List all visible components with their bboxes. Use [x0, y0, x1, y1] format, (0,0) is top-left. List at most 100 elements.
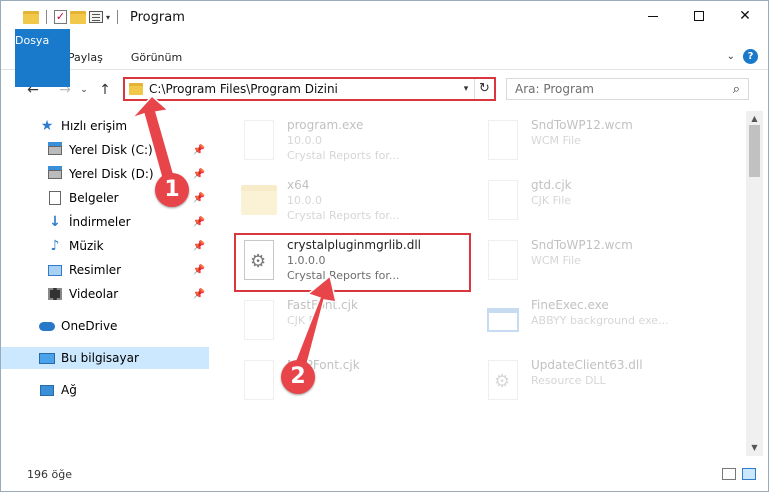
- pin-icon: 📌: [192, 144, 205, 156]
- file-item[interactable]: FineExec.exe ABBYY background exe...: [481, 295, 721, 353]
- expand-ribbon-icon[interactable]: ⌄: [727, 51, 735, 62]
- file-description: Crystal Reports for...: [287, 149, 400, 162]
- file-item[interactable]: SndToWP12.wcm WCM File: [481, 115, 721, 173]
- file-item[interactable]: SndToWP12.wcm WCM File: [481, 235, 721, 293]
- file-item[interactable]: FastFont.cjk CJK F: [237, 295, 477, 353]
- sidebar-item-videos[interactable]: Videolar 📌: [1, 283, 209, 305]
- step-2-badge: 2: [281, 360, 315, 394]
- file-type: WCM File: [531, 254, 581, 267]
- help-icon[interactable]: ?: [743, 49, 758, 64]
- navigation-pane: ★ Hızlı erişim Yerel Disk (C:) 📌 Yerel D…: [1, 111, 209, 456]
- file-name: UpdateClient63.dll: [531, 358, 643, 372]
- up-button[interactable]: ↑: [95, 78, 115, 102]
- properties-icon[interactable]: [89, 11, 103, 23]
- search-box[interactable]: Ara: Program ⌕: [506, 78, 749, 100]
- ribbon-tabs: Dosya Giriş Paylaş Görünüm ⌄ ?: [1, 28, 768, 87]
- pin-icon: 📌: [192, 288, 205, 300]
- refresh-button[interactable]: ↻: [474, 79, 494, 99]
- file-type: Resource DLL: [531, 374, 606, 387]
- minimize-icon: [648, 15, 658, 17]
- folder-icon: [129, 83, 143, 95]
- sidebar-item-downloads[interactable]: ↓ İndirmeler 📌: [1, 211, 209, 233]
- file-icon: [237, 355, 281, 405]
- file-item[interactable]: gtd.cjk CJK File: [481, 175, 721, 233]
- file-type: CJK File: [531, 194, 572, 207]
- sidebar-item-music[interactable]: ♪ Müzik 📌: [1, 235, 209, 257]
- sidebar-item-label: Videolar: [69, 287, 119, 301]
- chevron-down-icon[interactable]: ▾: [458, 84, 474, 94]
- view-switcher: [722, 468, 756, 480]
- sidebar-item-network[interactable]: Ağ: [1, 379, 209, 401]
- disk-icon: [47, 165, 63, 181]
- search-input[interactable]: Ara: Program: [515, 82, 733, 96]
- step-1-badge: 1: [155, 173, 189, 207]
- network-icon: [39, 383, 55, 397]
- file-icon: [481, 235, 525, 285]
- documents-icon: [47, 191, 63, 205]
- pin-icon: 📌: [192, 168, 205, 180]
- file-type: WCM File: [531, 134, 581, 147]
- pin-icon: 📌: [192, 240, 205, 252]
- exe-icon: [237, 115, 281, 165]
- pictures-icon: [47, 263, 63, 277]
- file-item[interactable]: program.exe 10.0.0 Crystal Reports for..…: [237, 115, 477, 173]
- minimize-button[interactable]: [630, 1, 676, 31]
- file-name: gtd.cjk: [531, 178, 572, 192]
- quick-access-toolbar: ✓ ▾: [1, 10, 122, 24]
- properties-check-icon[interactable]: ✓: [54, 10, 67, 24]
- back-button[interactable]: ←: [23, 78, 43, 102]
- tiles-view-icon[interactable]: [742, 468, 756, 480]
- file-icon: [237, 295, 281, 345]
- sidebar-item-onedrive[interactable]: OneDrive: [1, 315, 209, 337]
- file-item[interactable]: MBPFont.cjk: [237, 355, 477, 413]
- sidebar-item-label: İndirmeler: [69, 215, 131, 229]
- close-button[interactable]: ✕: [722, 1, 768, 31]
- sidebar-item-disk-c[interactable]: Yerel Disk (C:) 📌: [1, 139, 209, 161]
- file-name: FastFont.cjk: [287, 298, 358, 312]
- sidebar-item-pictures[interactable]: Resimler 📌: [1, 259, 209, 281]
- exe-window-icon: [481, 295, 525, 345]
- videos-icon: [47, 287, 63, 301]
- file-item[interactable]: x64 10.0.0 Crystal Reports for...: [237, 175, 477, 233]
- file-name: program.exe: [287, 118, 364, 132]
- sidebar-item-label: Yerel Disk (D:): [69, 167, 154, 181]
- file-highlight-box: [234, 233, 471, 292]
- search-icon[interactable]: ⌕: [733, 82, 740, 97]
- new-folder-icon[interactable]: [70, 10, 86, 24]
- address-bar[interactable]: C:\Program Files\Program Dizini ▾ ↻: [123, 77, 496, 101]
- tab-view[interactable]: Görünüm: [117, 46, 196, 70]
- disk-icon: [47, 141, 63, 157]
- recent-locations-button[interactable]: ⌄: [77, 78, 91, 102]
- status-bar: 196 öğe: [1, 463, 768, 485]
- file-version: CJK F: [287, 314, 315, 327]
- forward-button[interactable]: →: [55, 78, 75, 102]
- navigation-bar: ← → ⌄ ↑ C:\Program Files\Program Dizini …: [1, 75, 768, 105]
- file-description: Crystal Reports for...: [287, 209, 400, 222]
- sidebar-item-label: Bu bilgisayar: [61, 351, 139, 365]
- window-title: Program: [130, 9, 185, 25]
- title-bar: ✓ ▾ Program ✕: [1, 1, 768, 33]
- pin-icon: 📌: [192, 264, 205, 276]
- address-path[interactable]: C:\Program Files\Program Dizini: [149, 82, 458, 96]
- ribbon-right-controls: ⌄ ?: [727, 49, 758, 64]
- sidebar-item-label: OneDrive: [61, 319, 118, 333]
- sidebar-item-label: Resimler: [69, 263, 122, 277]
- customize-toolbar-icon[interactable]: ▾: [106, 13, 110, 22]
- download-icon: ↓: [49, 214, 61, 230]
- dll-gear-icon: [481, 355, 525, 405]
- computer-icon: [39, 351, 55, 365]
- sidebar-item-label: Müzik: [69, 239, 104, 253]
- sidebar-item-this-pc[interactable]: Bu bilgisayar: [1, 347, 209, 369]
- sidebar-item-label: Ağ: [61, 383, 77, 397]
- folder-icon: [23, 10, 39, 24]
- pin-icon: 📌: [192, 216, 205, 228]
- music-icon: ♪: [50, 238, 60, 254]
- details-view-icon[interactable]: [722, 468, 736, 480]
- maximize-button[interactable]: [676, 1, 722, 31]
- vertical-scrollbar[interactable]: ▲ ▼: [746, 111, 763, 456]
- file-item[interactable]: UpdateClient63.dll Resource DLL: [481, 355, 721, 413]
- folder-icon: [237, 175, 281, 225]
- scroll-down-icon[interactable]: ▼: [746, 440, 763, 456]
- sidebar-item-quick-access[interactable]: ★ Hızlı erişim: [1, 115, 209, 137]
- scroll-thumb[interactable]: [749, 125, 760, 177]
